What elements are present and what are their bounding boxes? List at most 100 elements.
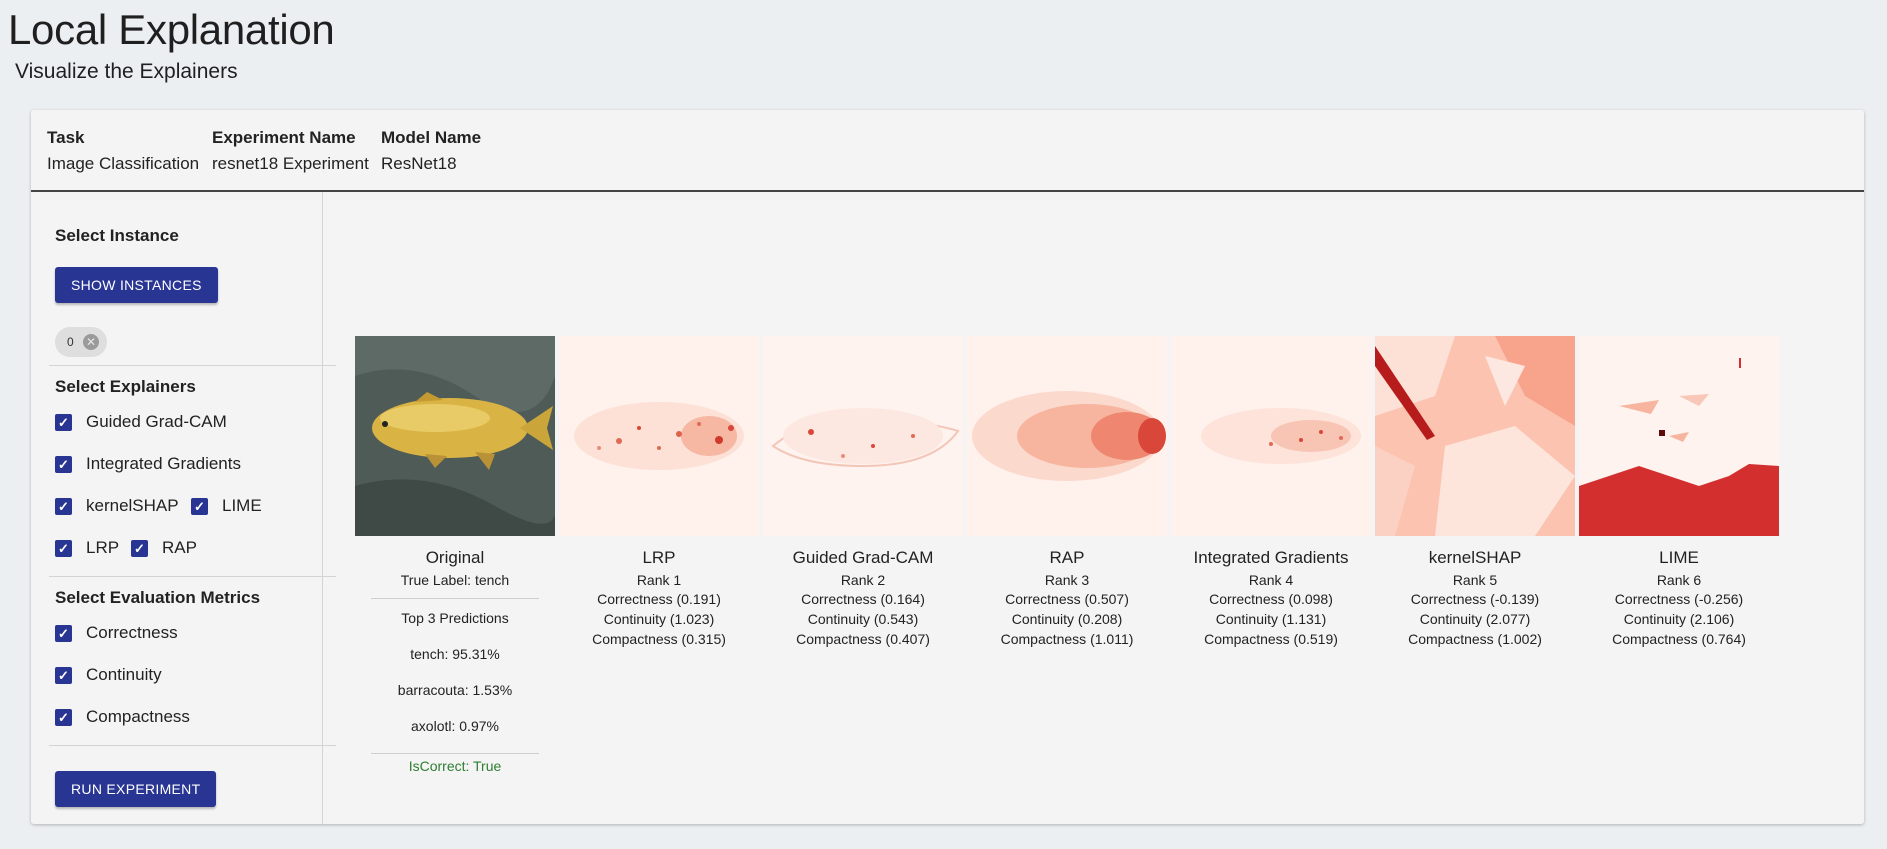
continuity-score: Continuity (0.543) xyxy=(807,611,919,627)
kernelshap-heatmap xyxy=(1375,336,1575,536)
explainer-rank: Rank 2 xyxy=(840,572,886,588)
divider xyxy=(49,745,336,746)
compactness-score: Compactness (1.002) xyxy=(1408,631,1542,647)
original-tile: Original True Label: tench Top 3 Predict… xyxy=(355,336,555,774)
explainer-name: kernelSHAP xyxy=(1428,548,1522,567)
correctness-score: Correctness (0.507) xyxy=(1005,591,1129,607)
select-metrics-title: Select Evaluation Metrics xyxy=(55,588,261,607)
explainer-checkbox-kernelshap[interactable]: ✓ kernelSHAP xyxy=(55,496,179,516)
model-name-info: Model Name ResNet18 xyxy=(381,128,481,174)
metric-checkbox-compactness[interactable]: ✓ Compactness xyxy=(55,707,190,727)
continuity-score: Continuity (2.106) xyxy=(1623,611,1735,627)
chip-delete-icon[interactable]: ✕ xyxy=(83,334,99,350)
lrp-heatmap xyxy=(559,336,759,536)
explainer-checkbox-rap[interactable]: ✓ RAP xyxy=(131,538,197,558)
explainer-rank: Rank 1 xyxy=(636,572,682,588)
explainer-name: LIME xyxy=(1659,548,1699,567)
checkbox-checked-icon[interactable]: ✓ xyxy=(55,624,72,642)
explainer-checkbox-lime[interactable]: ✓ LIME xyxy=(191,496,262,516)
continuity-score: Continuity (1.131) xyxy=(1215,611,1327,627)
checkbox-checked-icon[interactable]: ✓ xyxy=(55,539,72,557)
result-tile-guided-grad-cam: Guided Grad-CAM Rank 2 Correctness (0.16… xyxy=(763,336,963,648)
experiment-sidebar: Select Instance SHOW INSTANCES 0 ✕ Selec… xyxy=(31,192,336,824)
result-tile-rap: RAP Rank 3 Correctness (0.507) Continuit… xyxy=(967,336,1167,648)
explainer-name: LRP xyxy=(642,548,676,567)
checkbox-checked-icon[interactable]: ✓ xyxy=(55,497,72,515)
continuity-score: Continuity (0.208) xyxy=(1011,611,1123,627)
run-experiment-button[interactable]: RUN EXPERIMENT xyxy=(55,771,217,807)
result-tile-kernelshap: kernelSHAP Rank 5 Correctness (-0.139) C… xyxy=(1375,336,1575,648)
compactness-score: Compactness (0.519) xyxy=(1204,631,1338,647)
compactness-score: Compactness (1.011) xyxy=(1000,631,1134,647)
checkbox-label: Guided Grad-CAM xyxy=(86,412,227,431)
show-instances-button[interactable]: SHOW INSTANCES xyxy=(55,267,218,303)
result-tile-lrp: LRP Rank 1 Correctness (0.191) Continuit… xyxy=(559,336,759,648)
explainer-name: RAP xyxy=(1049,548,1085,567)
checkbox-checked-icon[interactable]: ✓ xyxy=(55,413,72,431)
task-value: Image Classification xyxy=(47,154,200,173)
checkbox-label: LRP xyxy=(86,538,120,557)
integrated-gradients-heatmap xyxy=(1171,336,1371,536)
result-tile-integrated-gradients: Integrated Gradients Rank 4 Correctness … xyxy=(1171,336,1371,648)
model-name-value: ResNet18 xyxy=(381,154,457,173)
is-correct-status: IsCorrect: True xyxy=(408,758,502,774)
divider xyxy=(49,576,336,577)
true-label: True Label: tench xyxy=(400,572,510,588)
checkbox-checked-icon[interactable]: ✓ xyxy=(55,666,72,684)
checkbox-label: Correctness xyxy=(86,623,178,642)
checkbox-label: Continuity xyxy=(86,665,162,684)
task-label: Task xyxy=(47,128,85,147)
experiment-card: Task Image Classification Experiment Nam… xyxy=(31,110,1864,824)
continuity-score: Continuity (2.077) xyxy=(1419,611,1531,627)
checkbox-checked-icon[interactable]: ✓ xyxy=(131,539,148,557)
lime-heatmap xyxy=(1579,336,1779,536)
checkbox-checked-icon[interactable]: ✓ xyxy=(55,455,72,473)
continuity-score: Continuity (1.023) xyxy=(603,611,715,627)
checkbox-checked-icon[interactable]: ✓ xyxy=(191,497,208,515)
explainer-rank: Rank 3 xyxy=(1044,572,1090,588)
checkbox-label: Compactness xyxy=(86,707,190,726)
explainer-checkbox-guided-grad-cam[interactable]: ✓ Guided Grad-CAM xyxy=(55,412,227,432)
original-title: Original xyxy=(425,548,485,567)
explainer-name: Integrated Gradients xyxy=(1193,548,1349,567)
explainer-rank: Rank 5 xyxy=(1452,572,1498,588)
checkbox-label: LIME xyxy=(222,496,262,515)
experiment-name-value: resnet18 Experiment xyxy=(212,154,369,173)
prediction-item: tench: 95.31% xyxy=(410,646,500,662)
experiment-name-label: Experiment Name xyxy=(212,128,356,147)
prediction-item: barracouta: 1.53% xyxy=(397,682,513,698)
experiment-meta-header: Task Image Classification Experiment Nam… xyxy=(31,110,1864,192)
checkbox-label: kernelSHAP xyxy=(86,496,179,515)
metric-checkbox-correctness[interactable]: ✓ Correctness xyxy=(55,623,178,643)
explainer-rank: Rank 6 xyxy=(1656,572,1702,588)
correctness-score: Correctness (0.098) xyxy=(1209,591,1333,607)
top3-title: Top 3 Predictions xyxy=(401,610,509,626)
instance-chip[interactable]: 0 ✕ xyxy=(55,327,107,357)
prediction-item: axolotl: 0.97% xyxy=(411,718,499,734)
select-explainers-title: Select Explainers xyxy=(55,377,196,396)
checkbox-label: Integrated Gradients xyxy=(86,454,241,473)
compactness-score: Compactness (0.764) xyxy=(1612,631,1746,647)
checkbox-checked-icon[interactable]: ✓ xyxy=(55,708,72,726)
page-title: Local Explanation xyxy=(8,6,335,53)
metric-checkbox-continuity[interactable]: ✓ Continuity xyxy=(55,665,162,685)
explainer-name: Guided Grad-CAM xyxy=(792,548,934,567)
divider xyxy=(49,365,336,366)
explainer-checkbox-lrp[interactable]: ✓ LRP xyxy=(55,538,119,558)
explainer-rank: Rank 4 xyxy=(1248,572,1294,588)
model-name-label: Model Name xyxy=(381,128,482,147)
instance-chip-label: 0 xyxy=(67,335,74,349)
compactness-score: Compactness (0.407) xyxy=(796,631,930,647)
original-image xyxy=(355,336,555,536)
correctness-score: Correctness (0.164) xyxy=(801,591,925,607)
correctness-score: Correctness (-0.139) xyxy=(1410,591,1540,607)
divider xyxy=(371,598,539,599)
result-tile-lime: LIME Rank 6 Correctness (-0.256) Continu… xyxy=(1579,336,1779,648)
select-instance-title: Select Instance xyxy=(55,226,179,245)
task-info: Task Image Classification xyxy=(47,128,199,174)
checkbox-label: RAP xyxy=(162,538,197,557)
explainer-checkbox-integrated-gradients[interactable]: ✓ Integrated Gradients xyxy=(55,454,241,474)
rap-heatmap xyxy=(967,336,1167,536)
experiment-name-info: Experiment Name resnet18 Experiment xyxy=(212,128,369,174)
divider xyxy=(371,753,539,754)
